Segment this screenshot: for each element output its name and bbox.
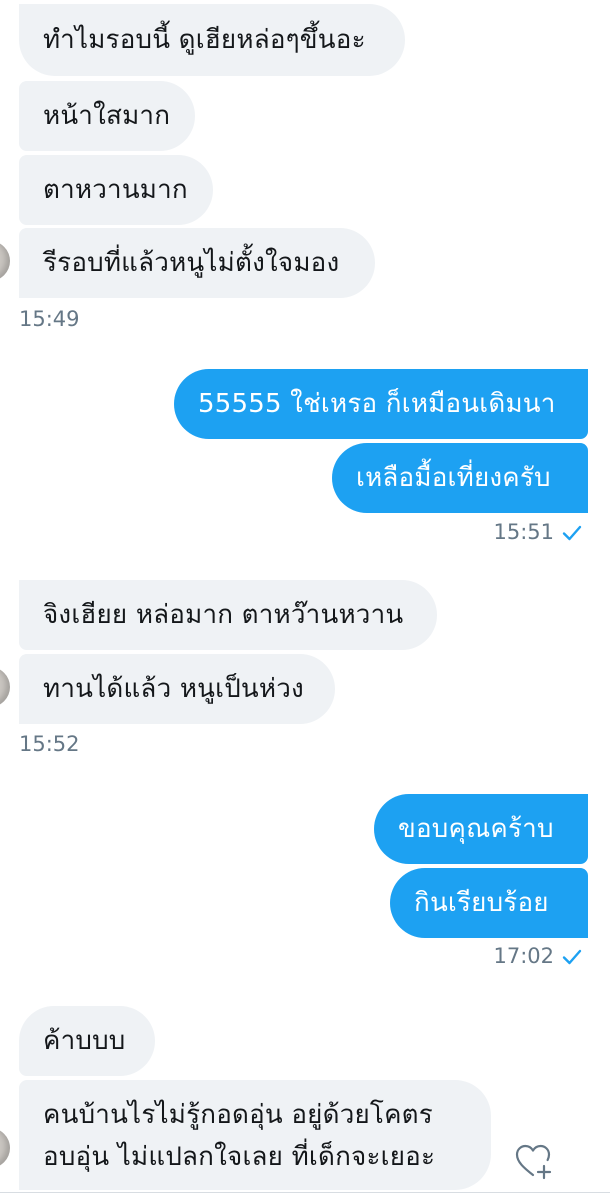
message-text: คนบ้านไรไม่รู้กอดอุ่น อยู่ด้วยโคตรอบอุ่น… [43,1100,436,1172]
message-text: หน้าใสมาก [43,101,171,131]
timestamp-with-receipt: 17:02 [493,944,582,968]
message-text: กินเรียบร้อย [414,888,549,918]
timestamp: 15:52 [19,732,80,756]
incoming-message-bubble[interactable]: ทำไมรอบนี้ ดูเฮียหล่อๆขึ้นอะ [19,4,405,76]
heart-plus-icon[interactable] [514,1142,554,1180]
message-text: ทานได้แล้ว หนูเป็นห่วง [43,674,304,704]
divider [0,1192,610,1193]
outgoing-message-bubble[interactable]: เหลือมื้อเที่ยงครับ [332,443,588,513]
incoming-message-bubble[interactable]: ตาหวานมาก [19,155,213,225]
message-text: ทำไมรอบนี้ ดูเฮียหล่อๆขึ้นอะ [43,25,366,55]
incoming-message-bubble[interactable]: หน้าใสมาก [19,81,195,151]
incoming-message-bubble[interactable]: ค้าบบบ [19,1006,155,1076]
outgoing-message-bubble[interactable]: ขอบคุณคร้าบ [374,794,588,864]
message-text: รีรอบที่แล้วหนูไม่ตั้งใจมอง [43,248,340,278]
message-text: ค้าบบบ [43,1026,126,1056]
timestamp: 15:51 [493,520,554,544]
avatar[interactable] [0,667,10,707]
chat-screen: ทำไมรอบนี้ ดูเฮียหล่อๆขึ้นอะ หน้าใสมาก ต… [0,0,610,1200]
incoming-message-bubble[interactable]: คนบ้านไรไม่รู้กอดอุ่น อยู่ด้วยโคตรอบอุ่น… [19,1080,491,1190]
check-icon [562,525,582,541]
outgoing-message-bubble[interactable]: 55555 ใช่เหรอ ก็เหมือนเดิมนา [174,369,588,439]
timestamp: 15:49 [19,307,80,331]
check-icon [562,949,582,965]
message-text: ตาหวานมาก [43,175,188,205]
timestamp: 17:02 [493,944,554,968]
incoming-message-bubble[interactable]: ทานได้แล้ว หนูเป็นห่วง [19,654,335,724]
timestamp-with-receipt: 15:51 [493,520,582,544]
avatar[interactable] [0,241,10,281]
incoming-message-bubble[interactable]: จิงเฮียย หล่อมาก ตาหว๊านหวาน [19,580,437,650]
message-text: เหลือมื้อเที่ยงครับ [356,463,551,493]
message-text: จิงเฮียย หล่อมาก ตาหว๊านหวาน [43,600,404,630]
outgoing-message-bubble[interactable]: กินเรียบร้อย [390,868,588,938]
message-text: 55555 ใช่เหรอ ก็เหมือนเดิมนา [198,389,556,419]
avatar[interactable] [0,1128,10,1168]
incoming-message-bubble[interactable]: รีรอบที่แล้วหนูไม่ตั้งใจมอง [19,228,375,298]
message-text: ขอบคุณคร้าบ [398,814,554,844]
